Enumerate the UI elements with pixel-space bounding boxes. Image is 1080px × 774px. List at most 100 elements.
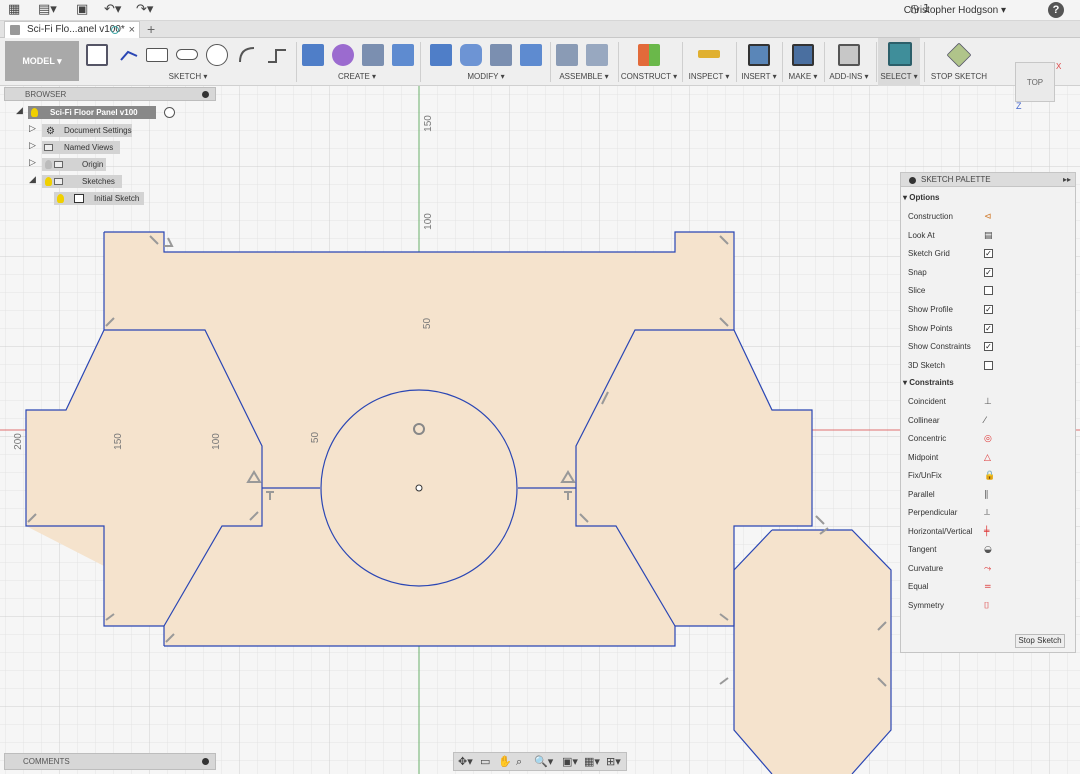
palette-option-row[interactable]: Show Profile ✓ (908, 304, 1068, 316)
undo-icon[interactable]: ↶▾ (104, 2, 121, 17)
new-tab-button[interactable]: + (147, 21, 155, 38)
activate-component-icon[interactable] (164, 107, 175, 118)
insert-group[interactable]: INSERT ▾ (738, 38, 780, 86)
line-icon[interactable] (118, 44, 140, 66)
constraint-row[interactable]: Tangent ◒ (908, 544, 1068, 556)
press-pull-icon[interactable] (430, 44, 452, 66)
measure-icon[interactable] (698, 50, 720, 58)
inspect-menu[interactable]: INSPECT ▾ (684, 72, 734, 81)
slot-icon[interactable] (176, 49, 198, 60)
constraint-row[interactable]: Collinear ⁄ (908, 415, 1068, 427)
close-tab-icon[interactable]: × (129, 22, 135, 38)
inspect-group[interactable]: INSPECT ▾ (684, 38, 734, 86)
concentric-icon[interactable]: ◎ (984, 433, 992, 445)
collapse-arrow-icon[interactable]: ◢ (29, 175, 36, 185)
panel-options-icon[interactable] (909, 177, 916, 184)
coincident-icon[interactable]: ⊥ (984, 396, 992, 408)
select-group[interactable]: SELECT ▾ (878, 38, 920, 86)
file-menu-icon[interactable]: ▤▾ (38, 2, 57, 17)
visibility-bulb-icon[interactable] (45, 160, 52, 169)
palette-option-row[interactable]: Look At ▤ (908, 230, 1068, 242)
assemble-menu[interactable]: ASSEMBLE ▾ (552, 72, 616, 81)
sketch-group[interactable]: SKETCH ▾ (84, 38, 292, 86)
constraint-row[interactable]: Symmetry ⌷ (908, 600, 1068, 612)
circle-icon[interactable] (206, 44, 228, 66)
insert-menu[interactable]: INSERT ▾ (738, 72, 780, 81)
create-group[interactable]: CREATE ▾ (298, 38, 416, 86)
palette-option-row[interactable]: 3D Sketch (908, 360, 1068, 372)
constraint-row[interactable]: Horizontal/Vertical ╪ (908, 526, 1068, 538)
browser-root-node[interactable]: Sci-Fi Floor Panel v100 (28, 106, 156, 119)
browser-item-initial-sketch[interactable]: Initial Sketch (54, 192, 144, 205)
joint-icon[interactable] (586, 44, 608, 66)
stop-sketch-icon[interactable] (946, 42, 972, 68)
sketch-menu[interactable]: SKETCH ▾ (84, 72, 292, 81)
visibility-bulb-icon[interactable] (57, 194, 64, 203)
modify-menu[interactable]: MODIFY ▾ (424, 72, 548, 81)
new-component-icon[interactable] (556, 44, 578, 66)
horizontal-vertical-icon[interactable]: ╪ (984, 526, 989, 538)
constraint-row[interactable]: Concentric ◎ (908, 433, 1068, 445)
midpoint-icon[interactable]: △ (984, 452, 991, 464)
constraint-row[interactable]: Perpendicular ⟂ (908, 507, 1068, 519)
options-section-header[interactable]: ▾ Options (903, 193, 939, 202)
option-checkbox[interactable]: ✓ (984, 267, 993, 277)
look-at-icon[interactable]: ▭ (480, 755, 490, 768)
circle-center-point[interactable] (415, 484, 423, 492)
redo-icon[interactable]: ↷▾ (136, 2, 153, 17)
mirror-icon[interactable] (362, 44, 384, 66)
help-icon[interactable]: ? (1048, 2, 1064, 18)
chamfer-icon[interactable] (490, 44, 512, 66)
collinear-icon[interactable]: ⁄ (984, 415, 986, 427)
select-icon[interactable] (888, 42, 912, 66)
palette-option-row[interactable]: Sketch Grid ✓ (908, 248, 1068, 260)
panel-profile-lower-right[interactable] (734, 530, 891, 774)
display-settings-icon[interactable]: ▣▾ (562, 755, 578, 768)
constraint-row[interactable]: Parallel ∥ (908, 489, 1068, 501)
offset-plane-icon[interactable] (638, 44, 660, 66)
expand-arrow-icon[interactable]: ▷ (29, 158, 36, 168)
create-sketch-icon[interactable] (86, 44, 108, 66)
comments-panel[interactable]: COMMENTS (4, 753, 216, 770)
perpendicular-icon[interactable]: ⟂ (984, 507, 990, 519)
arc-icon[interactable] (236, 44, 258, 66)
palette-option-row[interactable]: Show Constraints ✓ (908, 341, 1068, 353)
pattern-icon[interactable] (392, 44, 414, 66)
stop-sketch-palette-button[interactable]: Stop Sketch (1015, 634, 1065, 648)
option-checkbox[interactable]: ✓ (984, 249, 993, 259)
make-menu[interactable]: MAKE ▾ (784, 72, 822, 81)
visibility-bulb-icon[interactable] (45, 177, 52, 186)
option-checkbox[interactable]: ✓ (984, 323, 993, 333)
viewports-icon[interactable]: ⊞▾ (606, 755, 621, 768)
workspace-switcher[interactable]: MODEL ▾ (5, 41, 79, 81)
expand-arrow-icon[interactable]: ▷ (29, 124, 36, 134)
sphere-icon[interactable] (332, 44, 354, 66)
panel-options-icon[interactable] (202, 758, 209, 765)
palette-option-row[interactable]: Show Points ✓ (908, 323, 1068, 335)
stop-sketch-button[interactable]: STOP SKETCH (926, 72, 992, 81)
browser-item-origin[interactable]: Origin (42, 158, 106, 171)
zoom-icon[interactable]: 🔍▾ (534, 755, 553, 768)
equal-icon[interactable]: = (984, 581, 992, 593)
zoom-window-icon[interactable]: ⌕ (516, 755, 522, 769)
option-checkbox[interactable]: ✓ (984, 342, 993, 352)
visibility-bulb-icon[interactable] (31, 108, 38, 117)
constraint-row[interactable]: Equal = (908, 581, 1068, 593)
modify-group[interactable]: MODIFY ▾ (424, 38, 548, 86)
expand-panel-icon[interactable]: ▸▸ (1063, 173, 1071, 187)
offset-icon[interactable] (266, 44, 288, 66)
make-group[interactable]: MAKE ▾ (784, 38, 822, 86)
rectangle-icon[interactable] (146, 48, 168, 62)
lock-icon[interactable]: 🔒 (984, 470, 995, 482)
construct-menu[interactable]: CONSTRUCT ▾ (620, 72, 678, 81)
scripts-icon[interactable] (838, 44, 860, 66)
constraints-section-header[interactable]: ▾ Constraints (903, 378, 954, 387)
orbit-icon[interactable]: ✥▾ (458, 755, 473, 768)
palette-option-row[interactable]: Construction ⊲ (908, 211, 1068, 223)
app-grid-icon[interactable]: ▦ (8, 2, 20, 17)
palette-option-row[interactable]: Slice (908, 285, 1068, 297)
save-icon[interactable]: ▣ (76, 2, 88, 17)
viewcube[interactable]: TOP (1015, 62, 1055, 102)
browser-item-document-settings[interactable]: ⚙ Document Settings (42, 124, 132, 137)
option-checkbox[interactable] (984, 360, 993, 370)
